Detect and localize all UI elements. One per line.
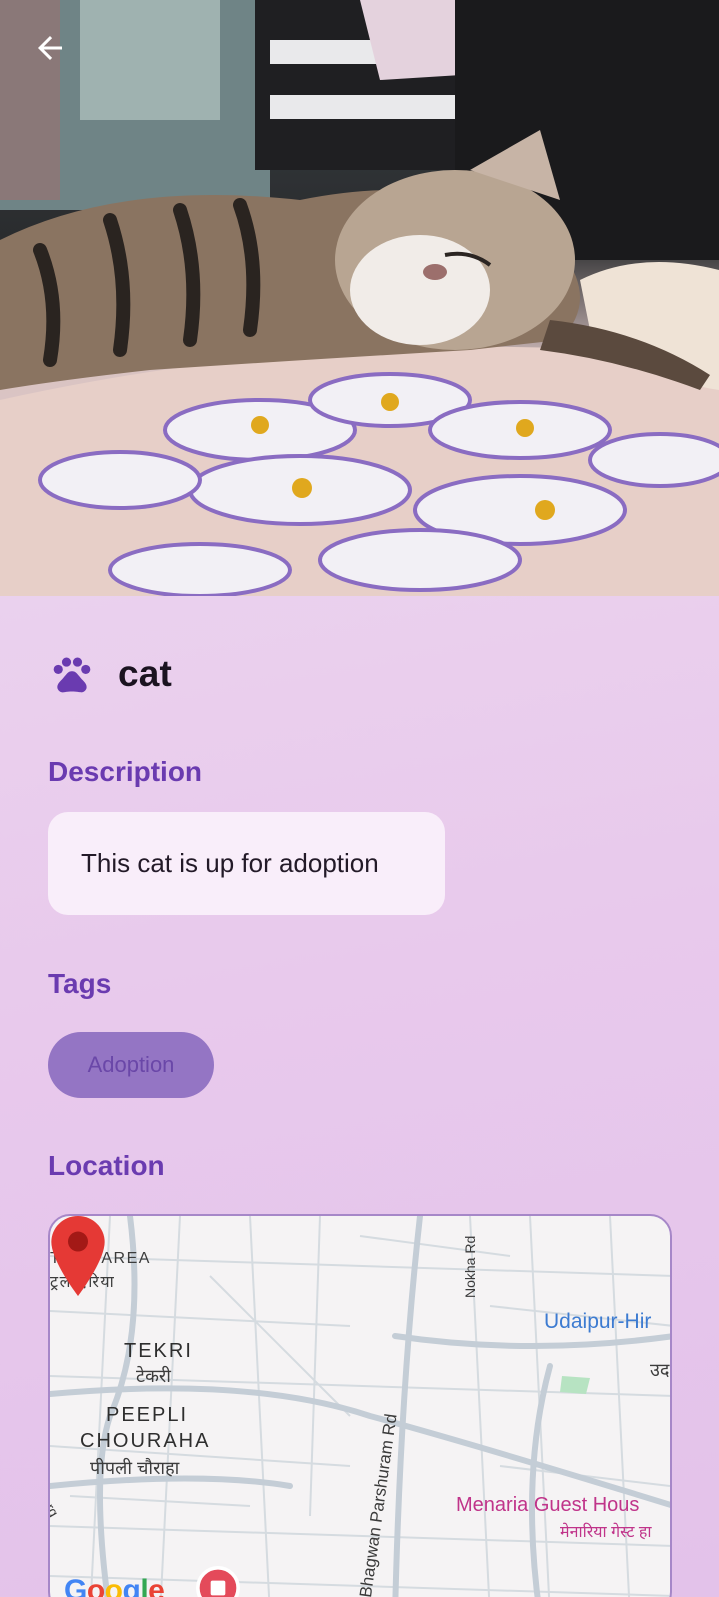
map-label-peepli: PEEPLI — [106, 1404, 189, 1426]
google-logo: Google — [64, 1574, 165, 1597]
back-button[interactable] — [32, 30, 80, 78]
pet-name: cat — [118, 653, 173, 694]
tag-chip-label: Adoption — [87, 1052, 175, 1077]
map-label-tekri-hi: टेकरी — [136, 1366, 171, 1386]
map-label-tekri: TEKRI — [124, 1340, 193, 1362]
tags-heading: Tags — [48, 968, 112, 999]
map-pin-icon — [51, 1216, 105, 1296]
tag-chip-adoption[interactable]: Adoption — [48, 1032, 214, 1098]
description-box: This cat is up for adoption — [48, 812, 445, 915]
map-label-udaipur: Udaipur-Hir — [544, 1310, 652, 1333]
location-heading: Location — [48, 1150, 165, 1181]
pet-title-row: cat — [48, 652, 172, 696]
paw-icon — [53, 657, 91, 693]
map-label-menaria-hi: मेनारिया गेस्ट हा — [560, 1524, 652, 1541]
map-label-menaria: Menaria Guest Hous — [456, 1494, 640, 1516]
arrow-left-icon — [38, 36, 62, 60]
pet-photo-illustration — [0, 0, 719, 596]
description-heading: Description — [48, 756, 203, 787]
map-label-chouraha: CHOURAHA — [80, 1430, 211, 1452]
pharmacy-icon — [196, 1566, 240, 1597]
description-text: This cat is up for adoption — [81, 848, 379, 878]
map-label-peepli-hi: पीपली चौराहा — [90, 1458, 180, 1478]
map-label-udaipur-hi: उद — [650, 1360, 670, 1380]
pet-photo — [0, 0, 719, 596]
location-map[interactable]: TRAL AREA ट्रल एरिया TEKRI टेकरी PEEPLI … — [48, 1214, 672, 1597]
map-label-nokha-rd: Nokha Rd — [462, 1235, 478, 1298]
